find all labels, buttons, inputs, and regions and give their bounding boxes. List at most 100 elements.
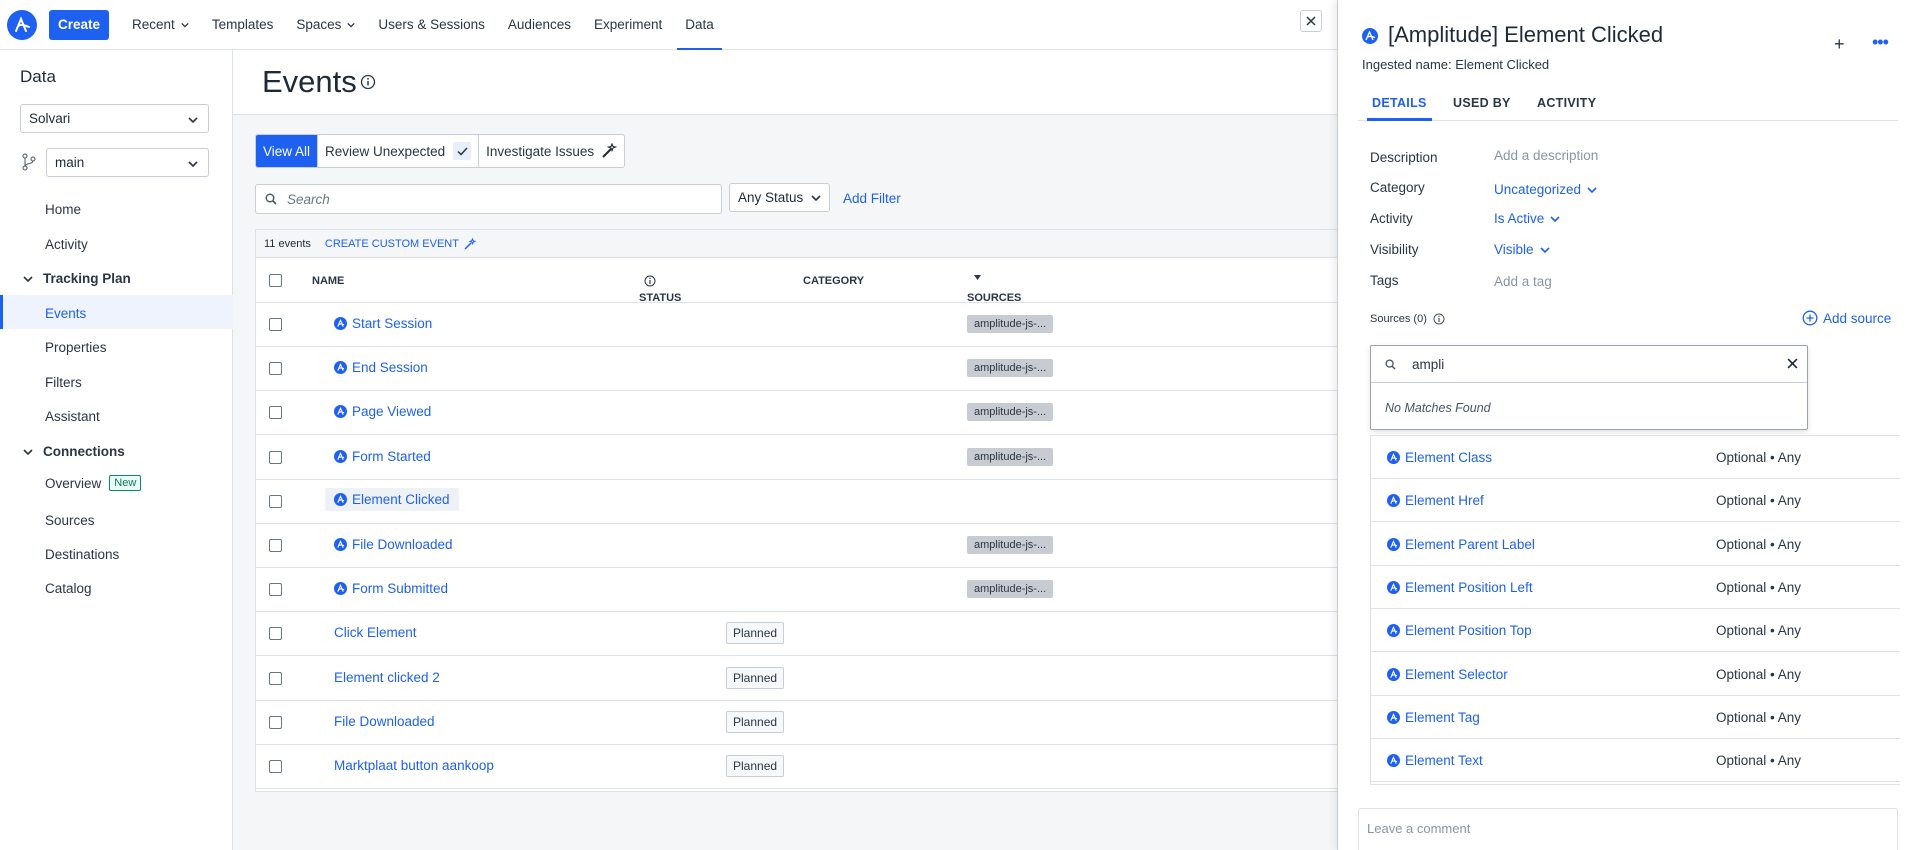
column-category[interactable]: CATEGORY	[803, 275, 864, 287]
property-name-link[interactable]: Element Tag	[1387, 710, 1480, 725]
property-row[interactable]: Element Href Optional • Any	[1371, 479, 1900, 523]
row-checkbox[interactable]	[269, 583, 282, 597]
table-row[interactable]: Element clicked 2 Planned	[256, 657, 1337, 701]
column-sources[interactable]: SOURCES	[967, 275, 1021, 304]
info-icon[interactable]	[360, 74, 376, 90]
add-icon[interactable]: +	[1834, 34, 1845, 55]
create-button[interactable]: Create	[49, 9, 110, 40]
row-checkbox[interactable]	[269, 715, 282, 729]
table-row[interactable]: File Downloaded amplitude-js-...	[256, 524, 1337, 568]
event-name-link[interactable]: Element Clicked	[325, 487, 459, 511]
tags-input[interactable]: Add a tag	[1494, 274, 1552, 289]
event-name-link[interactable]: Form Started	[334, 449, 431, 464]
column-name[interactable]: NAME	[312, 275, 344, 287]
table-row[interactable]: Click Element Planned	[256, 612, 1337, 657]
tab-details[interactable]: DETAILS	[1367, 96, 1432, 121]
property-name-link[interactable]: Element Position Top	[1387, 623, 1532, 638]
sidebar-item-activity[interactable]: Activity	[45, 237, 88, 252]
description-input[interactable]: Add a description	[1494, 148, 1598, 163]
search-input[interactable]: Search	[255, 184, 722, 214]
create-custom-event-button[interactable]: CREATE CUSTOM EVENT	[325, 237, 476, 250]
visibility-dropdown[interactable]: Visible	[1494, 242, 1550, 257]
source-search-input[interactable]: ampli	[1371, 346, 1807, 383]
comment-input[interactable]: Leave a comment	[1358, 808, 1898, 850]
property-row[interactable]: Element Position Top Optional • Any	[1371, 609, 1900, 653]
row-checkbox[interactable]	[269, 406, 282, 420]
sidebar-section-tracking-plan[interactable]: Tracking Plan	[23, 271, 131, 286]
status-filter-dropdown[interactable]: Any Status	[729, 183, 831, 212]
add-source-button[interactable]: Add source	[1802, 310, 1891, 326]
branch-select[interactable]: main	[46, 148, 209, 177]
table-row[interactable]: Form Started amplitude-js-...	[256, 436, 1337, 480]
property-name-link[interactable]: Element Position Left	[1387, 580, 1533, 595]
property-name-link[interactable]: Element Selector	[1387, 667, 1508, 682]
column-status[interactable]: STATUS	[639, 275, 681, 304]
sidebar-item-home[interactable]: Home	[45, 202, 81, 217]
project-select[interactable]: Solvari	[20, 104, 209, 133]
more-options-icon[interactable]: •••	[1872, 32, 1889, 53]
tab-view-all[interactable]: View All	[256, 135, 319, 167]
sidebar-item-catalog[interactable]: Catalog	[45, 581, 92, 596]
table-row[interactable]: Element Clicked	[256, 480, 1337, 524]
property-row[interactable]: Element Tag Optional • Any	[1371, 696, 1900, 739]
nav-templates[interactable]: Templates	[212, 0, 274, 50]
event-name-link[interactable]: Click Element	[334, 625, 417, 640]
sidebar-section-connections[interactable]: Connections	[23, 444, 125, 459]
table-row[interactable]: Start Session amplitude-js-...	[256, 303, 1337, 347]
event-name-link[interactable]: Start Session	[334, 316, 432, 331]
nav-data[interactable]: Data	[677, 0, 722, 51]
event-name-link[interactable]: Form Submitted	[334, 581, 448, 596]
amplitude-logo-icon[interactable]	[7, 9, 37, 40]
event-name-link[interactable]: Page Viewed	[334, 404, 431, 419]
event-name-link[interactable]: Element clicked 2	[334, 670, 440, 685]
sidebar-item-events[interactable]: Events	[45, 306, 86, 321]
property-name-link[interactable]: Element Text	[1387, 753, 1483, 768]
event-name-link[interactable]: File Downloaded	[334, 714, 435, 729]
row-checkbox[interactable]	[269, 671, 282, 685]
close-panel-button[interactable]	[1300, 10, 1322, 32]
sidebar-item-filters[interactable]: Filters	[45, 375, 82, 390]
table-row[interactable]: Page Viewed amplitude-js-...	[256, 391, 1337, 436]
category-dropdown[interactable]: Uncategorized	[1494, 182, 1597, 197]
nav-recent[interactable]: Recent	[132, 0, 189, 50]
clear-icon[interactable]	[1787, 358, 1798, 369]
add-filter-button[interactable]: Add Filter	[843, 191, 901, 206]
tab-activity[interactable]: ACTIVITY	[1537, 96, 1596, 110]
sidebar-item-assistant[interactable]: Assistant	[45, 409, 100, 424]
event-name-link[interactable]: File Downloaded	[334, 537, 453, 552]
nav-audiences[interactable]: Audiences	[508, 0, 571, 50]
property-name-link[interactable]: Element Href	[1387, 493, 1484, 508]
property-row[interactable]: Element Text Optional • Any	[1371, 739, 1900, 783]
property-row[interactable]: Element Parent Label Optional • Any	[1371, 523, 1900, 566]
tab-investigate-issues[interactable]: Investigate Issues	[479, 135, 624, 167]
property-name-link[interactable]: Element Class	[1387, 450, 1492, 465]
row-checkbox[interactable]	[269, 539, 282, 552]
activity-dropdown[interactable]: Is Active	[1494, 211, 1560, 226]
sidebar-item-destinations[interactable]: Destinations	[45, 547, 119, 562]
select-all-checkbox[interactable]	[269, 274, 282, 287]
sidebar-item-properties[interactable]: Properties	[45, 340, 107, 355]
table-row[interactable]: Form Submitted amplitude-js-...	[256, 568, 1337, 613]
event-name-link[interactable]: End Session	[334, 360, 428, 375]
property-row[interactable]: Element Class Optional • Any	[1371, 436, 1900, 479]
table-row[interactable]: Marktplaat button aankoop Planned	[256, 745, 1337, 789]
property-row[interactable]: Element Position Left Optional • Any	[1371, 566, 1900, 609]
tab-review-unexpected[interactable]: Review Unexpected	[318, 135, 480, 167]
property-name-link[interactable]: Element Parent Label	[1387, 537, 1535, 552]
row-checkbox[interactable]	[269, 494, 282, 508]
sidebar-item-overview[interactable]: Overview New	[45, 475, 142, 491]
nav-users-sessions[interactable]: Users & Sessions	[378, 0, 485, 50]
table-row[interactable]: File Downloaded Planned	[256, 701, 1337, 745]
nav-spaces[interactable]: Spaces	[296, 0, 356, 50]
property-row[interactable]: Element Selector Optional • Any	[1371, 653, 1900, 696]
tab-used-by[interactable]: USED BY	[1453, 96, 1511, 110]
table-row[interactable]: End Session amplitude-js-...	[256, 347, 1337, 392]
row-checkbox[interactable]	[269, 450, 282, 464]
row-checkbox[interactable]	[269, 362, 282, 376]
sidebar-item-sources[interactable]: Sources	[45, 513, 95, 528]
row-checkbox[interactable]	[269, 760, 282, 773]
row-checkbox[interactable]	[269, 318, 282, 331]
row-checkbox[interactable]	[269, 627, 282, 641]
nav-experiment[interactable]: Experiment	[594, 0, 662, 50]
event-name-link[interactable]: Marktplaat button aankoop	[334, 758, 494, 773]
